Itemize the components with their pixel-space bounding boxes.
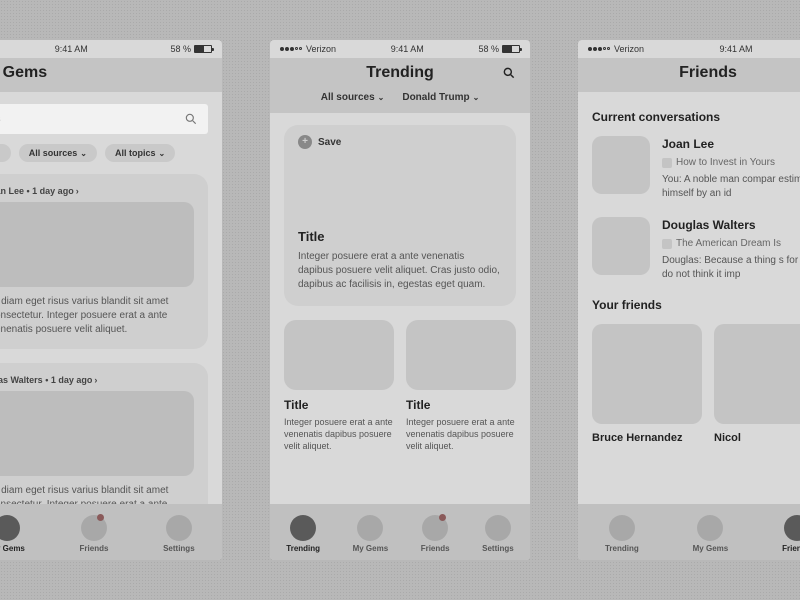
page-title: Trending <box>282 64 518 82</box>
tab-icon <box>784 515 800 541</box>
status-battery: 58 % <box>170 44 212 54</box>
card-image <box>0 391 194 476</box>
mini-image <box>406 320 516 390</box>
tab-trending[interactable]: Trending <box>605 515 639 553</box>
section-your-friends: Your friends <box>592 298 800 312</box>
chevron-right-icon: › <box>76 186 79 196</box>
gem-card[interactable]: oan Lee • 1 day ago› m diam eget risus v… <box>0 174 208 349</box>
conversation-item[interactable]: Joan Lee How to Invest in Yours You: A n… <box>592 136 800 201</box>
tab-icon <box>485 515 511 541</box>
signal-icon <box>588 47 610 51</box>
status-time: 9:41 AM <box>720 44 753 54</box>
signal-icon <box>280 47 302 51</box>
conversation-item[interactable]: Douglas Walters The American Dream Is Do… <box>592 217 800 282</box>
tab-my-gems[interactable]: My Gems <box>0 515 25 553</box>
conv-message: Douglas: Because a thing s for you, do n… <box>662 254 800 282</box>
conv-article: How to Invest in Yours <box>662 156 800 170</box>
navbar: Trending <box>270 58 530 92</box>
tab-settings[interactable]: Settings <box>482 515 514 553</box>
search-button[interactable] <box>502 66 516 85</box>
conv-article: The American Dream Is <box>662 237 800 251</box>
save-button[interactable]: +Save <box>284 125 516 149</box>
status-bar: 9:41 AM 58 % <box>0 40 222 58</box>
tab-my-gems[interactable]: My Gems <box>693 515 729 553</box>
mini-card[interactable]: Title Integer posuere erat a ante venena… <box>406 320 516 452</box>
card-meta: oan Lee • 1 day ago› <box>0 186 194 196</box>
status-time: 9:41 AM <box>391 44 424 54</box>
friend-name: Bruce Hernandez <box>592 432 702 444</box>
navbar: Friends <box>578 58 800 92</box>
mini-body: Integer posuere erat a ante venenatis da… <box>406 416 516 452</box>
plus-icon: + <box>298 135 312 149</box>
tab-icon <box>357 515 383 541</box>
card-body: m diam eget risus varius blandit sit ame… <box>0 295 194 337</box>
filter-row: All sources⌄ Donald Trump⌄ <box>270 92 530 113</box>
tab-bar: My Gems Friends Settings <box>0 504 222 560</box>
tab-friends[interactable]: Friends <box>80 515 109 553</box>
chevron-right-icon: › <box>94 375 97 385</box>
tab-friends[interactable]: Friends <box>421 515 450 553</box>
tab-bar: Trending My Gems Friends Settings <box>270 504 530 560</box>
filter-sources[interactable]: All sources⌄ <box>321 92 385 103</box>
tab-my-gems[interactable]: My Gems <box>353 515 389 553</box>
tab-icon <box>0 515 20 541</box>
page-title: Friends <box>590 64 800 82</box>
tab-icon <box>609 515 635 541</box>
tab-icon <box>166 515 192 541</box>
tab-icon <box>697 515 723 541</box>
mini-card[interactable]: Title Integer posuere erat a ante venena… <box>284 320 394 452</box>
friend-card[interactable]: Nicol <box>714 324 800 444</box>
conv-name: Joan Lee <box>662 136 800 153</box>
tab-icon <box>290 515 316 541</box>
tab-settings[interactable]: Settings <box>163 515 195 553</box>
mini-title: Title <box>284 398 394 412</box>
badge-icon <box>439 514 446 521</box>
friend-avatar <box>714 324 800 424</box>
friend-name: Nicol <box>714 432 800 444</box>
filter-topic[interactable]: Donald Trump⌄ <box>402 92 479 103</box>
tab-bar: Trending My Gems Friends <box>578 504 800 560</box>
avatar <box>592 217 650 275</box>
search-input[interactable]: ms <box>0 104 208 134</box>
search-icon <box>502 66 516 80</box>
feature-body: Integer posuere erat a ante venenatis da… <box>298 250 502 292</box>
screen-my-gems: 9:41 AM 58 % My Gems ms e⌄ All sources⌄ … <box>0 40 222 560</box>
status-carrier: Verizon <box>280 44 336 54</box>
pill-time[interactable]: e⌄ <box>0 144 11 162</box>
search-placeholder: ms <box>0 113 1 125</box>
navbar: My Gems <box>0 58 222 92</box>
status-bar: Verizon 9:41 AM <box>578 40 800 58</box>
section-current-conversations: Current conversations <box>592 110 800 124</box>
screen-friends: Verizon 9:41 AM Friends Current conversa… <box>578 40 800 560</box>
pill-topics[interactable]: All topics⌄ <box>105 144 175 162</box>
pill-sources[interactable]: All sources⌄ <box>19 144 97 162</box>
feature-image <box>284 149 516 219</box>
article-thumb-icon <box>662 158 672 168</box>
friend-card[interactable]: Bruce Hernandez <box>592 324 702 444</box>
status-carrier: Verizon <box>588 44 644 54</box>
filter-pills: e⌄ All sources⌄ All topics⌄ <box>0 144 208 162</box>
status-bar: Verizon 9:41 AM 58 % <box>270 40 530 58</box>
tab-friends[interactable]: Friends <box>782 515 800 553</box>
card-meta: glas Walters • 1 day ago› <box>0 375 194 385</box>
card-body: m diam eget risus varius blandit sit ame… <box>0 484 194 504</box>
search-icon <box>184 112 198 126</box>
card-image <box>0 202 194 287</box>
tab-trending[interactable]: Trending <box>286 515 320 553</box>
mini-body: Integer posuere erat a ante venenatis da… <box>284 416 394 452</box>
conv-name: Douglas Walters <box>662 217 800 234</box>
page-title: My Gems <box>0 64 210 82</box>
avatar <box>592 136 650 194</box>
article-thumb-icon <box>662 239 672 249</box>
status-battery: 58 % <box>478 44 520 54</box>
mini-image <box>284 320 394 390</box>
mini-title: Title <box>406 398 516 412</box>
feature-card[interactable]: +Save Title Integer posuere erat a ante … <box>284 125 516 306</box>
screen-trending: Verizon 9:41 AM 58 % Trending All source… <box>270 40 530 560</box>
status-time: 9:41 AM <box>55 44 88 54</box>
feature-title: Title <box>298 229 502 244</box>
gem-card[interactable]: glas Walters • 1 day ago› m diam eget ri… <box>0 363 208 504</box>
friend-avatar <box>592 324 702 424</box>
conv-message: You: A noble man compar estimates himsel… <box>662 173 800 201</box>
